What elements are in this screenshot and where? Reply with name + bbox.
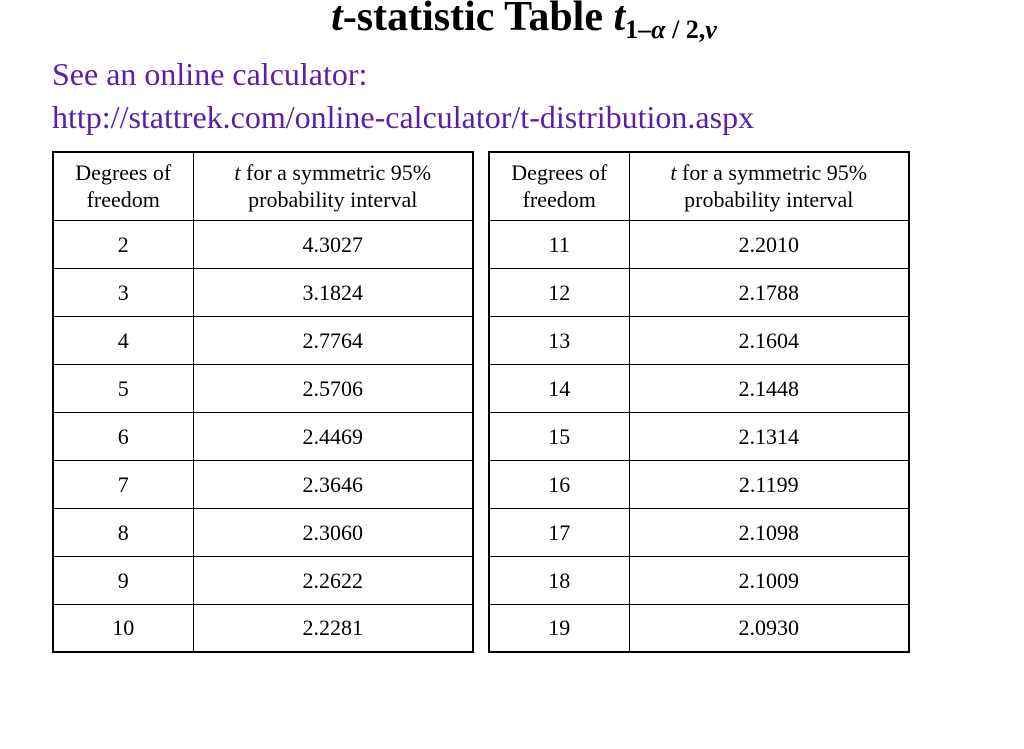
title-sub-nu: ν bbox=[705, 15, 717, 44]
cell-tvalue: 2.3646 bbox=[193, 460, 473, 508]
cell-tvalue: 2.2010 bbox=[629, 220, 909, 268]
title-sub-t: t bbox=[614, 0, 626, 40]
title-italic-t: t bbox=[331, 0, 343, 40]
col-header-tvalue-rest1: for a symmetric 95% bbox=[241, 160, 432, 185]
cell-df: 17 bbox=[489, 508, 629, 556]
cell-df: 2 bbox=[53, 220, 193, 268]
cell-df: 19 bbox=[489, 604, 629, 652]
intro-line-1: See an online calculator: bbox=[52, 53, 996, 96]
table-row: 112.2010 bbox=[489, 220, 909, 268]
cell-tvalue: 2.0930 bbox=[629, 604, 909, 652]
cell-tvalue: 2.4469 bbox=[193, 412, 473, 460]
cell-df: 15 bbox=[489, 412, 629, 460]
title-sub-mid: / 2, bbox=[666, 15, 706, 44]
table-header-row: Degrees of freedom t for a symmetric 95%… bbox=[53, 152, 473, 221]
cell-df: 11 bbox=[489, 220, 629, 268]
table-row: 33.1824 bbox=[53, 268, 473, 316]
table-row: 152.1314 bbox=[489, 412, 909, 460]
cell-df: 8 bbox=[53, 508, 193, 556]
cell-tvalue: 2.1314 bbox=[629, 412, 909, 460]
right-tbody: 112.2010122.1788132.1604142.1448152.1314… bbox=[489, 220, 909, 652]
table-row: 52.5706 bbox=[53, 364, 473, 412]
col-header-tvalue-line2: probability interval bbox=[248, 187, 417, 212]
col-header-df-line2: freedom bbox=[523, 187, 596, 212]
table-row: 172.1098 bbox=[489, 508, 909, 556]
table-row: 62.4469 bbox=[53, 412, 473, 460]
t-table-left: Degrees of freedom t for a symmetric 95%… bbox=[52, 151, 474, 654]
cell-tvalue: 2.1098 bbox=[629, 508, 909, 556]
cell-tvalue: 2.1009 bbox=[629, 556, 909, 604]
table-row: 122.1788 bbox=[489, 268, 909, 316]
cell-tvalue: 2.2622 bbox=[193, 556, 473, 604]
cell-df: 9 bbox=[53, 556, 193, 604]
cell-df: 7 bbox=[53, 460, 193, 508]
col-header-df-line1: Degrees of bbox=[75, 160, 171, 185]
cell-tvalue: 2.3060 bbox=[193, 508, 473, 556]
cell-tvalue: 2.7764 bbox=[193, 316, 473, 364]
page-content: t-statistic Table t1–α / 2,ν See an onli… bbox=[0, 0, 1024, 673]
cell-df: 18 bbox=[489, 556, 629, 604]
table-row: 142.1448 bbox=[489, 364, 909, 412]
col-header-tvalue: t for a symmetric 95% probability interv… bbox=[193, 152, 473, 221]
tables-container: Degrees of freedom t for a symmetric 95%… bbox=[52, 151, 996, 654]
cell-tvalue: 2.2281 bbox=[193, 604, 473, 652]
table-row: 82.3060 bbox=[53, 508, 473, 556]
table-row: 42.7764 bbox=[53, 316, 473, 364]
col-header-tvalue-line2: probability interval bbox=[684, 187, 853, 212]
title-subscript: 1–α / 2,ν bbox=[625, 15, 717, 44]
cell-df: 16 bbox=[489, 460, 629, 508]
col-header-df-line2: freedom bbox=[87, 187, 160, 212]
cell-df: 5 bbox=[53, 364, 193, 412]
title-sub-alpha: α bbox=[651, 15, 665, 44]
col-header-df-line1: Degrees of bbox=[511, 160, 607, 185]
table-row: 102.2281 bbox=[53, 604, 473, 652]
cell-tvalue: 2.1448 bbox=[629, 364, 909, 412]
cell-df: 10 bbox=[53, 604, 193, 652]
t-table-right: Degrees of freedom t for a symmetric 95%… bbox=[488, 151, 910, 654]
page-title: t-statistic Table t1–α / 2,ν bbox=[52, 0, 996, 45]
col-header-df: Degrees of freedom bbox=[53, 152, 193, 221]
intro-url: http://stattrek.com/online-calculator/t-… bbox=[52, 96, 996, 139]
cell-df: 14 bbox=[489, 364, 629, 412]
table-row: 92.2622 bbox=[53, 556, 473, 604]
table-row: 132.1604 bbox=[489, 316, 909, 364]
table-row: 182.1009 bbox=[489, 556, 909, 604]
table-header-row: Degrees of freedom t for a symmetric 95%… bbox=[489, 152, 909, 221]
table-row: 162.1199 bbox=[489, 460, 909, 508]
cell-df: 3 bbox=[53, 268, 193, 316]
left-tbody: 24.302733.182442.776452.570662.446972.36… bbox=[53, 220, 473, 652]
cell-tvalue: 2.5706 bbox=[193, 364, 473, 412]
cell-df: 12 bbox=[489, 268, 629, 316]
intro-block: See an online calculator: http://stattre… bbox=[52, 53, 996, 139]
table-row: 192.0930 bbox=[489, 604, 909, 652]
col-header-tvalue: t for a symmetric 95% probability interv… bbox=[629, 152, 909, 221]
cell-tvalue: 3.1824 bbox=[193, 268, 473, 316]
cell-df: 4 bbox=[53, 316, 193, 364]
cell-tvalue: 2.1199 bbox=[629, 460, 909, 508]
cell-df: 13 bbox=[489, 316, 629, 364]
col-header-df: Degrees of freedom bbox=[489, 152, 629, 221]
col-header-tvalue-rest1: for a symmetric 95% bbox=[677, 160, 868, 185]
cell-tvalue: 4.3027 bbox=[193, 220, 473, 268]
table-row: 72.3646 bbox=[53, 460, 473, 508]
table-row: 24.3027 bbox=[53, 220, 473, 268]
cell-tvalue: 2.1604 bbox=[629, 316, 909, 364]
title-main: -statistic Table bbox=[343, 0, 614, 40]
cell-tvalue: 2.1788 bbox=[629, 268, 909, 316]
title-sub-open: 1– bbox=[625, 15, 651, 44]
cell-df: 6 bbox=[53, 412, 193, 460]
left-table-wrap: Degrees of freedom t for a symmetric 95%… bbox=[52, 151, 474, 654]
right-table-wrap: Degrees of freedom t for a symmetric 95%… bbox=[488, 151, 910, 654]
